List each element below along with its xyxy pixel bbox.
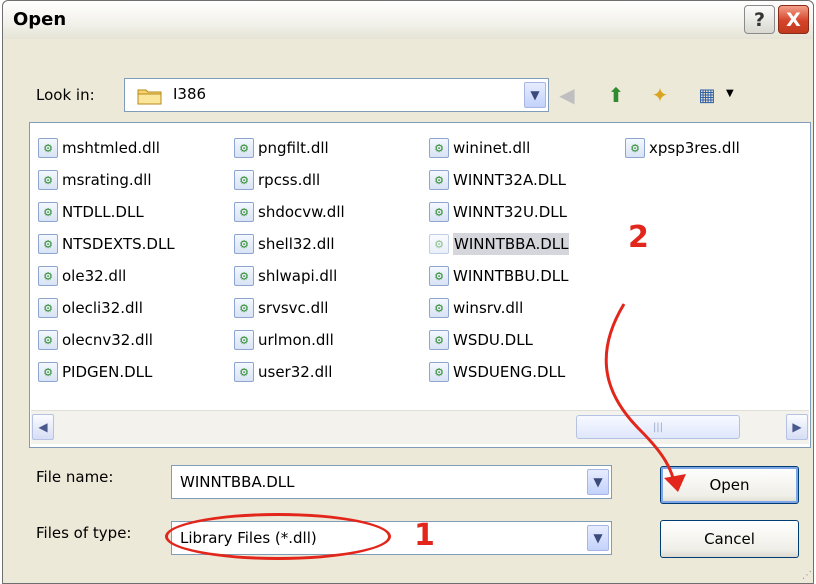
file-item[interactable]: ⚙ ole32.dll [38,260,179,292]
grip-icon: ||| [652,421,664,433]
cancel-button-label: Cancel [704,530,755,548]
file-item[interactable]: ⚙ WSDU.DLL [429,324,573,356]
dll-file-icon: ⚙ [38,330,58,350]
file-item[interactable]: ⚙ NTDLL.DLL [38,196,179,228]
resize-grip-icon[interactable]: ⋰ [802,570,812,581]
dll-file-icon: ⚙ [429,330,449,350]
file-item[interactable]: ⚙ PIDGEN.DLL [38,356,179,388]
file-column-1: ⚙ mshtmled.dll ⚙ msrating.dll ⚙ NTDLL.DLL ⚙… [38,132,179,388]
folder-icon [137,89,162,105]
dll-file-icon: ⚙ [38,170,58,190]
chevron-right-icon: ▶ [792,420,802,434]
file-item[interactable]: ⚙ pngfilt.dll [234,132,349,164]
close-icon: X [786,8,801,31]
file-item[interactable]: ⚙ srvsvc.dll [234,292,349,324]
chevron-down-icon: ▼ [593,531,603,545]
views-menu-icon[interactable]: ▦ [694,82,720,108]
dll-file-icon: ⚙ [38,138,58,158]
dll-file-icon: ⚙ [234,170,254,190]
views-dropdown-icon[interactable]: ▼ [726,88,734,99]
file-item[interactable]: ⚙ NTSDEXTS.DLL [38,228,179,260]
file-name-dropdown-button[interactable]: ▼ [587,469,609,495]
file-item[interactable]: ⚙ shlwapi.dll [234,260,349,292]
dll-file-icon: ⚙ [234,266,254,286]
file-name-value: WINNTBBA.DLL [180,473,295,491]
chevron-down-icon: ▼ [593,475,603,489]
up-folder-icon[interactable]: ⬆ [603,82,629,108]
scroll-right-button[interactable]: ▶ [786,414,808,440]
file-item[interactable]: ⚙ mshtmled.dll [38,132,179,164]
look-in-label: Look in: [36,86,95,104]
open-button[interactable]: Open [660,466,799,504]
scroll-thumb[interactable]: ||| [576,415,740,439]
file-item[interactable]: ⚙ olecli32.dll [38,292,179,324]
file-column-4: ⚙ xpsp3res.dll [625,132,744,164]
annotation-ellipse [165,513,391,560]
dll-file-icon: ⚙ [38,266,58,286]
scroll-left-button[interactable]: ◀ [32,414,54,440]
dll-file-icon: ⚙ [38,234,58,254]
file-item[interactable]: ⚙ WSDUENG.DLL [429,356,573,388]
dll-file-icon: ⚙ [38,362,58,382]
chevron-down-icon: ▼ [530,88,540,102]
file-type-dropdown-button[interactable]: ▼ [587,525,609,551]
dll-file-icon: ⚙ [429,202,449,222]
file-column-2: ⚙ pngfilt.dll ⚙ rpcss.dll ⚙ shdocvw.dll ⚙ sh… [234,132,349,388]
file-item[interactable]: ⚙ shdocvw.dll [234,196,349,228]
file-item[interactable]: ⚙ user32.dll [234,356,349,388]
help-icon: ? [753,8,766,31]
look-in-dropdown-button[interactable]: ▼ [524,82,546,108]
file-item[interactable]: ⚙ msrating.dll [38,164,179,196]
cancel-button[interactable]: Cancel [660,520,799,558]
dll-file-icon: ⚙ [38,298,58,318]
file-item[interactable]: ⚙ olecnv32.dll [38,324,179,356]
file-item[interactable]: ⚙ WINNT32U.DLL [429,196,573,228]
dll-file-icon: ⚙ [625,138,645,158]
file-name-input[interactable]: WINNTBBA.DLL ▼ [171,465,612,499]
file-name-label: File name: [36,468,114,486]
file-item[interactable]: ⚙ winsrv.dll [429,292,573,324]
look-in-combo[interactable]: I386 ▼ [124,78,549,112]
horizontal-scrollbar[interactable]: ◀ ||| ▶ [31,410,809,444]
dll-file-icon: ⚙ [234,138,254,158]
dll-file-icon: ⚙ [234,362,254,382]
file-item[interactable]: ⚙ WINNTBBU.DLL [429,260,573,292]
file-list[interactable]: ⚙ mshtmled.dll ⚙ msrating.dll ⚙ NTDLL.DLL ⚙… [29,122,811,448]
dll-file-icon: ⚙ [429,170,449,190]
dll-file-icon: ⚙ [234,202,254,222]
file-item[interactable]: ⚙ xpsp3res.dll [625,132,744,164]
open-button-label: Open [709,476,750,494]
file-item[interactable]: ⚙ shell32.dll [234,228,349,260]
new-folder-icon[interactable]: ✦ [647,82,673,108]
help-button[interactable]: ? [744,5,775,34]
dll-file-icon: ⚙ [38,202,58,222]
file-item[interactable]: ⚙ urlmon.dll [234,324,349,356]
dll-file-icon: ⚙ [429,234,449,254]
dll-file-icon: ⚙ [429,266,449,286]
dll-file-icon: ⚙ [234,234,254,254]
close-button[interactable]: X [778,5,809,34]
file-item[interactable]: ⚙ wininet.dll [429,132,573,164]
file-column-3: ⚙ wininet.dll ⚙ WINNT32A.DLL ⚙ WINNT32U.DLL… [429,132,573,388]
file-item[interactable]: ⚙ rpcss.dll [234,164,349,196]
look-in-value: I386 [173,85,207,103]
dll-file-icon: ⚙ [429,138,449,158]
file-item-selected[interactable]: ⚙ WINNTBBA.DLL [429,228,573,260]
dll-file-icon: ⚙ [234,298,254,318]
file-item[interactable]: ⚙ WINNT32A.DLL [429,164,573,196]
chevron-left-icon: ◀ [38,420,48,434]
annotation-number-2: 2 [628,220,649,255]
dll-file-icon: ⚙ [429,362,449,382]
annotation-number-1: 1 [414,518,435,553]
dialog-title: Open [13,9,67,30]
dll-file-icon: ⚙ [234,330,254,350]
back-icon[interactable]: ◀ [554,82,580,108]
dll-file-icon: ⚙ [429,298,449,318]
title-bar: Open ? X [3,1,813,39]
file-type-label: Files of type: [36,524,132,542]
